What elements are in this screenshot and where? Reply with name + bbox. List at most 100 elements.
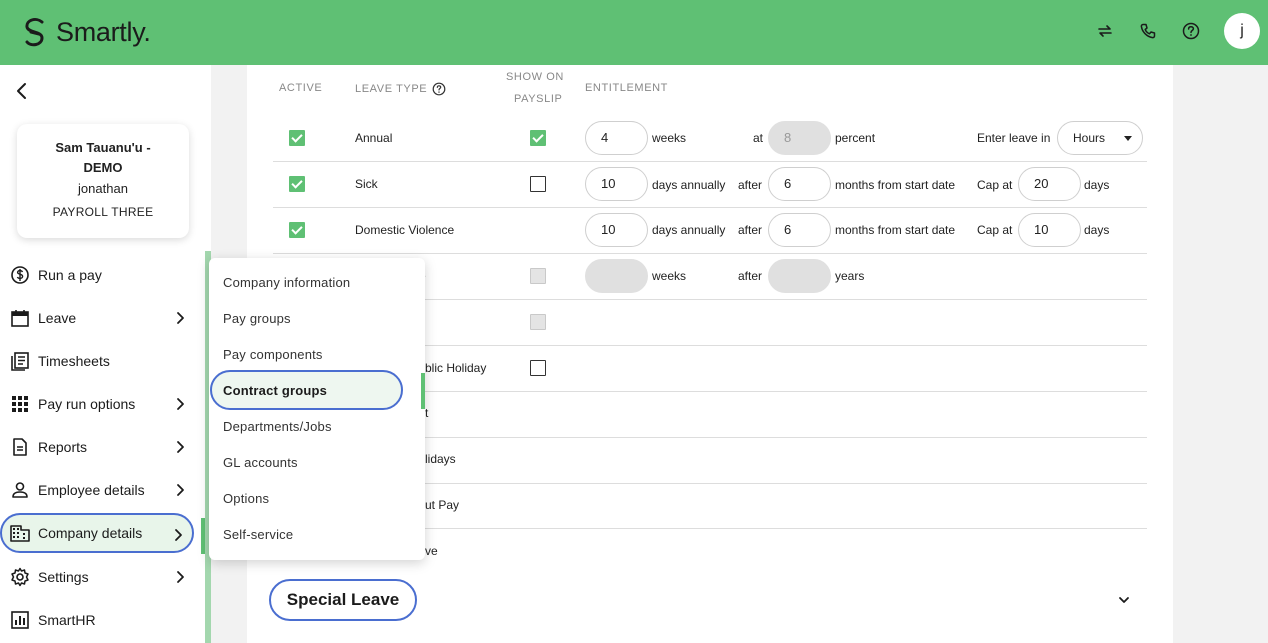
user-avatar[interactable]: j — [1224, 13, 1260, 49]
leave-type-row7: t — [425, 406, 429, 420]
submenu-item-contract-groups[interactable]: Contract groups — [223, 383, 327, 398]
payslip-checkbox-row4 — [530, 268, 546, 284]
profile-payroll-group: PAYROLL THREE — [52, 205, 154, 219]
mid-unit-annual: percent — [835, 131, 876, 145]
smartly-logo[interactable]: Smartly. — [22, 17, 151, 48]
row-divider — [273, 207, 1147, 208]
header-show-on: SHOW ON — [506, 71, 564, 83]
nav-label: Settings — [38, 569, 89, 585]
timesheet-icon — [11, 352, 29, 371]
active-indicator — [201, 518, 205, 554]
submenu-item-options[interactable]: Options — [223, 491, 269, 506]
company-details-submenu: Company information Pay groups Pay compo… — [209, 258, 425, 560]
switch-arrows-icon[interactable] — [1095, 21, 1115, 41]
payslip-checkbox-annual[interactable] — [530, 130, 546, 146]
profile-username: jonathan — [78, 181, 128, 196]
entitlement-amount-row4 — [585, 259, 648, 293]
caret-down-icon — [1124, 136, 1132, 141]
mid-label-annual: at — [753, 131, 764, 145]
profile-name-line2: DEMO — [83, 160, 123, 175]
profile-card[interactable]: Sam Tauanu'u - DEMO jonathan PAYROLL THR… — [17, 124, 189, 238]
sidebar: Sam Tauanu'u - DEMO jonathan PAYROLL THR… — [0, 65, 211, 643]
cap-field-sick[interactable]: 20 — [1018, 167, 1081, 201]
dollar-circle-icon — [11, 266, 29, 284]
cap-field-domestic-violence[interactable]: 10 — [1018, 213, 1081, 247]
cap-unit-sick: days — [1084, 178, 1110, 192]
entitlement-amount-sick[interactable]: 10 — [585, 167, 648, 201]
header-active: ACTIVE — [279, 82, 323, 94]
submenu-item-company-information[interactable]: Company information — [223, 275, 350, 290]
nav-item-timesheets[interactable]: Timesheets — [0, 341, 194, 381]
leave-type-row6: blic Holiday — [425, 361, 487, 375]
mid-unit-row4: years — [835, 269, 865, 283]
submenu-item-departments-jobs[interactable]: Departments/Jobs — [223, 419, 332, 434]
entitlement-amount-domestic-violence[interactable]: 10 — [585, 213, 648, 247]
mid-label-domestic-violence: after — [738, 223, 763, 237]
info-icon[interactable] — [432, 82, 446, 96]
leave-type-annual: Annual — [355, 131, 393, 145]
nav-label: Timesheets — [38, 353, 110, 369]
brand-name: Smartly. — [56, 17, 151, 47]
header-entitlement: ENTITLEMENT — [585, 82, 668, 94]
nav-item-settings[interactable]: Settings — [0, 557, 194, 597]
after-months-sick[interactable]: 6 — [768, 167, 831, 201]
submenu-item-self-service[interactable]: Self-service — [223, 527, 293, 542]
entitlement-unit-annual: weeks — [652, 131, 687, 145]
mid-unit-sick: months from start date — [835, 178, 956, 192]
nav-item-run-a-pay[interactable]: Run a pay — [0, 255, 194, 295]
enter-leave-in-label: Enter leave in — [977, 131, 1051, 145]
leave-unit-select[interactable]: Hours — [1057, 121, 1143, 155]
help-icon[interactable] — [1181, 21, 1201, 41]
nav-item-smarthr[interactable]: SmartHR — [0, 600, 194, 640]
payslip-checkbox-row5 — [530, 314, 546, 330]
active-checkbox-domestic-violence[interactable] — [289, 222, 305, 238]
leave-type-sick: Sick — [355, 177, 378, 191]
back-arrow-icon[interactable] — [12, 81, 32, 101]
payslip-checkbox-sick[interactable] — [530, 176, 546, 192]
nav-label: Pay run options — [38, 396, 136, 412]
leave-unit-value: Hours — [1073, 131, 1106, 145]
mid-label-sick: after — [738, 178, 763, 192]
special-leave-section-toggle[interactable]: Special Leave — [269, 579, 417, 621]
submenu-active-indicator — [421, 373, 425, 409]
chevron-right-icon — [175, 529, 182, 541]
after-months-domestic-violence[interactable]: 6 — [768, 213, 831, 247]
nav-item-company-details[interactable]: Company details — [0, 513, 194, 553]
profile-name-line1: Sam Tauanu'u - — [55, 140, 151, 155]
smartly-logo-icon — [25, 17, 44, 46]
percent-field-annual[interactable]: 8 — [768, 121, 831, 155]
cap-label-domestic-violence: Cap at — [977, 223, 1013, 237]
chevron-right-icon — [177, 441, 184, 453]
phone-icon[interactable] — [1138, 21, 1158, 41]
active-checkbox-annual[interactable] — [289, 130, 305, 146]
row-divider — [273, 253, 1147, 254]
entitlement-unit-sick: days annually — [652, 178, 726, 192]
chevron-right-icon — [177, 484, 184, 496]
leave-type-row8: lidays — [425, 452, 456, 466]
nav-label: Run a pay — [38, 267, 102, 283]
nav-item-reports[interactable]: Reports — [0, 427, 194, 467]
cap-unit-domestic-violence: days — [1084, 223, 1110, 237]
report-icon — [13, 438, 27, 456]
submenu-item-pay-components[interactable]: Pay components — [223, 347, 323, 362]
nav-item-employee-details[interactable]: Employee details — [0, 470, 194, 510]
nav-item-pay-run-options[interactable]: Pay run options — [0, 384, 194, 424]
nav-label: Company details — [38, 525, 143, 541]
nav-item-leave[interactable]: Leave — [0, 298, 194, 338]
leave-type-row9: ut Pay — [425, 498, 460, 512]
row-divider — [273, 161, 1147, 162]
payslip-checkbox-row6[interactable] — [530, 360, 546, 376]
entitlement-amount-annual[interactable]: 4 — [585, 121, 648, 155]
active-checkbox-sick[interactable] — [289, 176, 305, 192]
building-icon — [10, 525, 30, 542]
entitlement-unit-domestic-violence: days annually — [652, 223, 726, 237]
submenu-item-gl-accounts[interactable]: GL accounts — [223, 455, 298, 470]
chevron-down-icon[interactable] — [1117, 593, 1131, 607]
submenu-item-pay-groups[interactable]: Pay groups — [223, 311, 291, 326]
chevron-right-icon — [177, 398, 184, 410]
mid-label-row4: after — [738, 269, 763, 283]
cap-label-sick: Cap at — [977, 178, 1013, 192]
nav-label: SmartHR — [38, 612, 96, 628]
entitlement-unit-row4: weeks — [652, 269, 687, 283]
chevron-right-icon — [177, 312, 184, 324]
